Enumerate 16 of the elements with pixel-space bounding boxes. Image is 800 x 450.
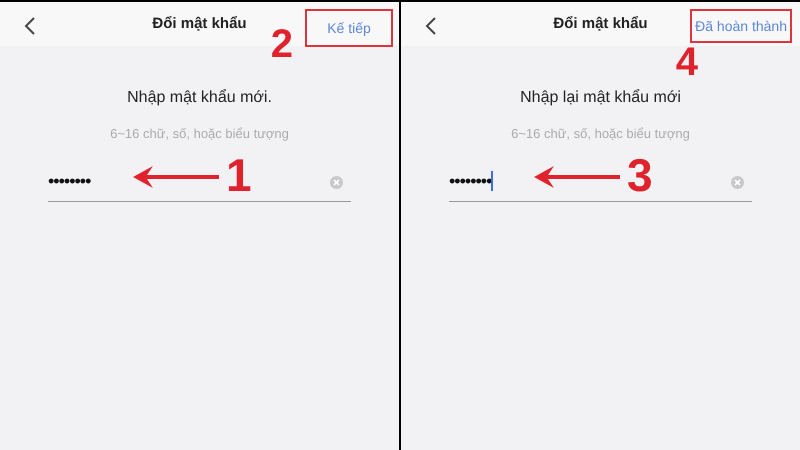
step-number: 3 — [627, 152, 653, 198]
step-number: 1 — [226, 152, 252, 198]
step-number: 2 — [270, 24, 293, 64]
password-field[interactable]: •••••••• — [449, 168, 494, 194]
step-number: 4 — [676, 42, 698, 82]
password-field[interactable]: •••••••• — [48, 168, 92, 194]
screen-title: Đổi mật khẩu — [152, 14, 247, 34]
back-icon[interactable] — [24, 16, 36, 36]
instruction-heading: Nhập mật khẩu mới. — [127, 88, 272, 108]
arrow-icon — [534, 166, 620, 188]
hint-text: 6~16 chữ, số, hoặc biểu tượng — [110, 125, 289, 143]
arrow-icon — [133, 166, 219, 188]
instruction-heading: Nhập lại mật khẩu mới — [520, 88, 681, 108]
hint-text: 6~16 chữ, số, hoặc biểu tượng — [511, 125, 690, 143]
back-icon[interactable] — [425, 16, 437, 36]
screen-title: Đổi mật khẩu — [553, 14, 648, 34]
